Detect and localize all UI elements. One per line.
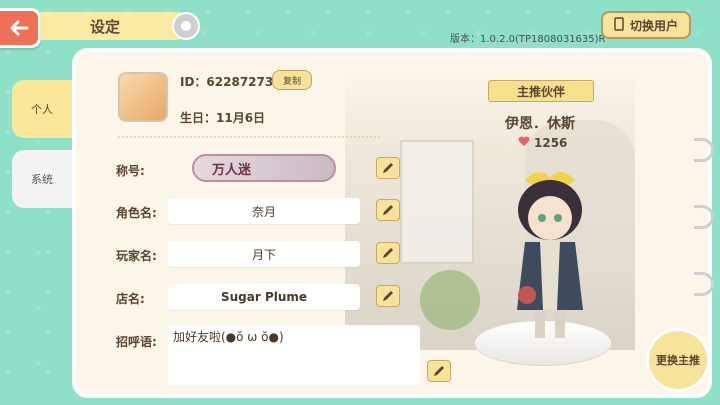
avatar[interactable] <box>118 72 168 122</box>
greeting-label: 招呼语: <box>116 335 157 349</box>
player-name-label: 玩家名: <box>116 249 157 263</box>
gear-icon <box>170 10 202 42</box>
tab-personal[interactable]: 个人 <box>12 80 72 138</box>
partner-banner: 主推伙伴 <box>488 80 594 102</box>
greeting-field[interactable]: 加好友啦(●ŏ ω ŏ●) <box>168 325 420 385</box>
tab-system-label: 系统 <box>31 173 53 186</box>
affection-value: 1256 <box>534 136 568 150</box>
change-main-label: 更换主推 <box>656 354 700 367</box>
store-name-label: 店名: <box>116 292 145 306</box>
store-name-field[interactable]: Sugar Plume <box>168 284 360 310</box>
arrow-left-icon <box>10 20 29 36</box>
switch-user-label: 切换用户 <box>629 18 678 33</box>
edit-player-name-button[interactable] <box>376 242 400 264</box>
divider <box>118 136 380 138</box>
pencil-icon <box>383 248 393 258</box>
title-badge-text: 万人迷 <box>212 162 252 178</box>
back-button[interactable] <box>0 8 41 48</box>
title-label: 称号: <box>116 164 145 178</box>
pencil-icon <box>383 291 393 301</box>
pencil-icon <box>383 163 393 173</box>
user-id: ID：62287273 <box>180 75 274 89</box>
change-main-button[interactable]: 更换主推 <box>646 328 710 392</box>
affection: 1256 <box>518 136 567 150</box>
greeting-value: 加好友啦(●ŏ ω ŏ●) <box>173 330 284 344</box>
edit-store-name-button[interactable] <box>376 285 400 307</box>
partner-character[interactable] <box>495 160 605 350</box>
edit-role-name-button[interactable] <box>376 199 400 221</box>
plant-decoration <box>420 270 480 330</box>
player-name-field[interactable]: 月下 <box>168 241 360 267</box>
switch-user-button[interactable]: 切换用户 <box>601 11 691 39</box>
partner-name: 伊恩．休斯 <box>505 116 575 132</box>
tab-system[interactable]: 系统 <box>12 150 72 208</box>
edit-greeting-button[interactable] <box>427 360 451 382</box>
pencil-icon <box>434 366 444 376</box>
page-title: 设定 <box>40 12 190 40</box>
title-badge: 万人迷 <box>192 154 336 182</box>
pencil-icon <box>383 205 393 215</box>
heart-icon <box>518 136 530 150</box>
tab-personal-label: 个人 <box>31 103 53 116</box>
edit-title-button[interactable] <box>376 157 400 179</box>
store-name-value: Sugar Plume <box>220 290 308 304</box>
player-name-value: 月下 <box>251 247 276 262</box>
window-decoration <box>400 140 474 264</box>
copy-button[interactable]: 复制 <box>272 70 312 90</box>
version-text: 版本：1.0.2.0(TP1808031635)R <box>450 34 606 45</box>
role-name-field[interactable]: 奈月 <box>168 198 360 224</box>
role-name-value: 奈月 <box>251 204 276 219</box>
role-name-label: 角色名: <box>116 206 157 220</box>
birthday: 生日：11月6日 <box>180 111 266 125</box>
phone-icon <box>614 16 624 34</box>
